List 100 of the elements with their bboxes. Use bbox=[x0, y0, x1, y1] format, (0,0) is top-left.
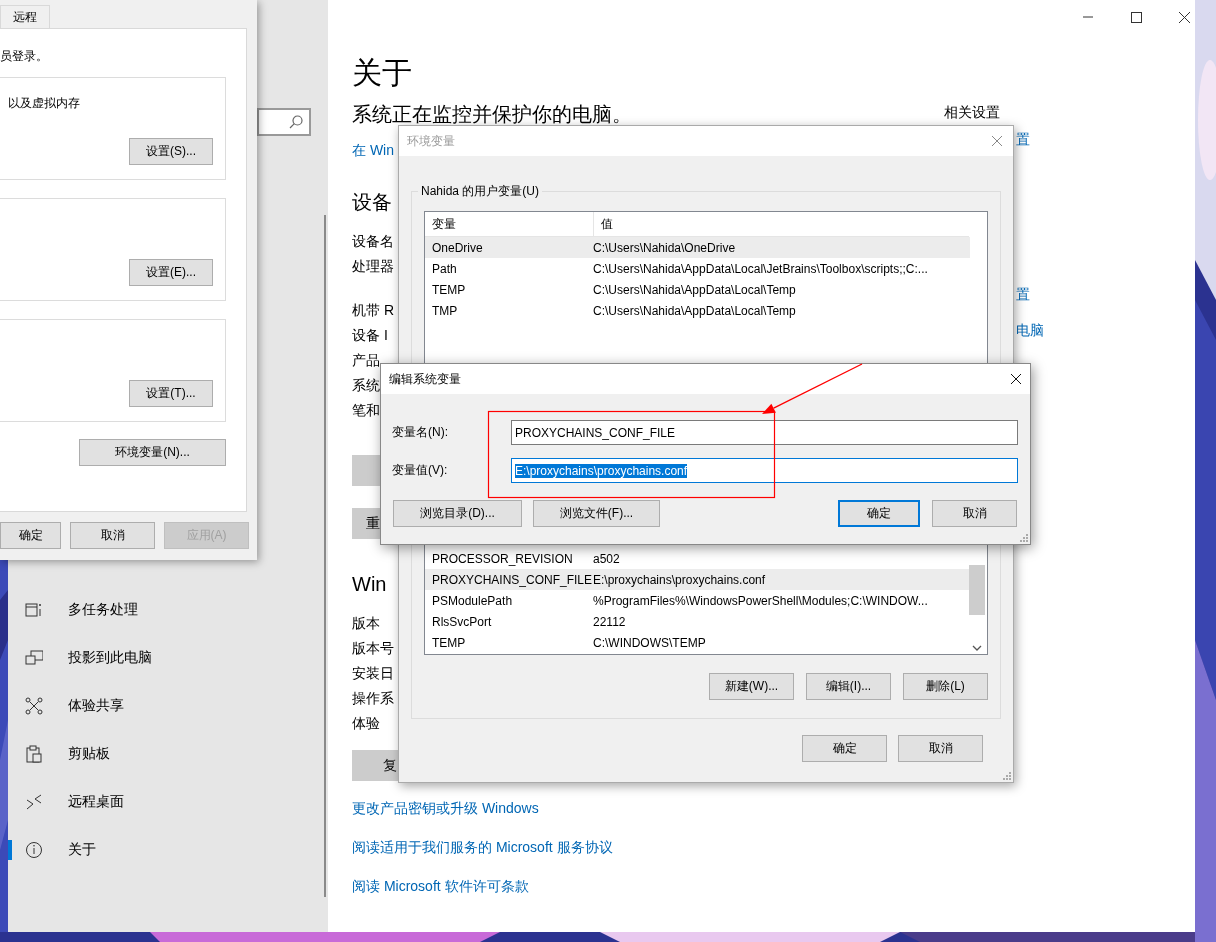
link[interactable]: 置 bbox=[1016, 131, 1030, 149]
info-icon bbox=[25, 841, 43, 859]
list-row[interactable]: RlsSvcPort 22112 bbox=[425, 611, 970, 632]
projector-icon bbox=[25, 649, 43, 667]
table-cell: E:\proxychains\proxychains.conf bbox=[593, 572, 766, 587]
spec-label: 系统 bbox=[352, 376, 380, 395]
table-cell: C:\Users\Nahida\AppData\Local\Temp bbox=[593, 282, 796, 297]
table-cell-text: PSModulePath bbox=[431, 593, 514, 608]
scroll-thumb[interactable] bbox=[969, 565, 985, 615]
spec-label: 版本 bbox=[352, 614, 380, 633]
link[interactable]: 阅读适用于我们服务的 Microsoft 服务协议 bbox=[352, 828, 613, 867]
tab[interactable]: 远程 bbox=[0, 5, 50, 28]
table-cell: a502 bbox=[593, 551, 620, 566]
list-row[interactable]: TMP C:\Users\Nahida\AppData\Local\Temp bbox=[425, 300, 970, 321]
input-field[interactable]: PROXYCHAINS_CONF_FILE bbox=[511, 420, 1018, 445]
window-title: 环境变量 bbox=[407, 132, 455, 150]
table-cell-text: TEMP bbox=[431, 282, 467, 297]
link[interactable]: 置 bbox=[1016, 286, 1030, 304]
dialog-button[interactable]: 浏览文件(F)... bbox=[533, 500, 660, 527]
spec-label: 版本号 bbox=[352, 639, 394, 658]
table-cell-text: TMP bbox=[431, 303, 459, 318]
group-text: 以及虚拟内存 bbox=[8, 95, 80, 112]
nav-label: 投影到此电脑 bbox=[68, 649, 152, 667]
list-row[interactable]: PROXYCHAINS_CONF_FILEE:\proxychains\proxychains.conf bbox=[425, 569, 970, 590]
dialog-button[interactable]: 取消 bbox=[932, 500, 1017, 527]
group-label: Nahida 的用户变量(U) bbox=[418, 184, 543, 199]
scroll-down-icon bbox=[972, 645, 982, 651]
env-vars-button[interactable]: 环境变量(N)... bbox=[79, 439, 226, 466]
settings-button[interactable]: 设置(S)... bbox=[129, 138, 213, 165]
nav-item[interactable]: 多任务处理 bbox=[8, 586, 328, 634]
close-icon bbox=[1010, 373, 1022, 385]
nav-item[interactable]: 体验共享 bbox=[8, 682, 328, 730]
spec-label: 处理器 bbox=[352, 257, 394, 276]
section-heading: 设备 bbox=[352, 190, 392, 215]
table-cell: C:\WINDOWS\TEMP bbox=[593, 635, 706, 650]
resize-grip-icon bbox=[1003, 772, 1011, 780]
input-field[interactable]: E:\proxychains\proxychains.conf bbox=[511, 458, 1018, 483]
link[interactable]: 电脑 bbox=[1016, 322, 1044, 340]
settings-button[interactable]: 复 bbox=[352, 750, 398, 781]
list-button[interactable]: 编辑(I)... bbox=[806, 673, 891, 700]
related-heading: 相关设置 bbox=[944, 103, 1001, 122]
page-title: 关于 bbox=[352, 55, 413, 91]
table-cell-text: OneDrive bbox=[431, 240, 484, 255]
close-icon bbox=[1178, 10, 1190, 24]
nav-label: 远程桌面 bbox=[68, 793, 124, 811]
spec-label: 设备 I bbox=[352, 326, 388, 345]
resize-grip-icon bbox=[1020, 534, 1028, 542]
spec-label: 体验 bbox=[352, 714, 380, 733]
list-button[interactable]: 删除(L) bbox=[903, 673, 988, 700]
table-cell-text: Path bbox=[431, 261, 458, 276]
list-row[interactable]: PSModulePath %ProgramFiles%\WindowsPowerShell\Modules;C:\WINDOW... bbox=[425, 590, 970, 611]
search-field[interactable] bbox=[257, 108, 311, 136]
dialog-button[interactable]: 取消 bbox=[70, 522, 155, 549]
status-text: 系统正在监控并保护你的电脑。 bbox=[352, 102, 632, 127]
settings-button[interactable]: 重 bbox=[352, 508, 380, 539]
table-cell: %ProgramFiles%\WindowsPowerShell\Modules;C:\WINDOW... bbox=[593, 593, 928, 608]
settings-button[interactable]: 设置(T)... bbox=[129, 380, 213, 407]
spec-label: 产品 bbox=[352, 351, 380, 370]
table-cell-text: RlsSvcPort bbox=[431, 614, 493, 629]
list-row[interactable]: TEMP C:\Users\Nahida\AppData\Local\Temp bbox=[425, 279, 970, 300]
section-heading: Win bbox=[352, 572, 387, 597]
link[interactable]: 阅读 Microsoft 软件许可条款 bbox=[352, 867, 529, 906]
dialog-button[interactable]: 浏览目录(D)... bbox=[393, 500, 522, 527]
description-text: 员登录。 bbox=[0, 48, 49, 65]
column-header: 值 bbox=[600, 215, 613, 233]
status-link[interactable]: 在 Win bbox=[352, 142, 394, 160]
clipboard-icon bbox=[25, 745, 43, 763]
table-cell-text: PROCESSOR_REVISION bbox=[431, 551, 574, 566]
list-row[interactable]: TEMP C:\WINDOWS\TEMP bbox=[425, 632, 970, 653]
spec-label: 设备名 bbox=[352, 232, 394, 251]
table-cell: C:\Users\Nahida\AppData\Local\JetBrains\Toolbox\scripts;;C:... bbox=[593, 261, 928, 276]
search-icon bbox=[289, 115, 303, 129]
nav-label: 多任务处理 bbox=[68, 601, 138, 619]
list-row[interactable]: OneDrive C:\Users\Nahida\OneDrive bbox=[425, 237, 970, 258]
nav-item[interactable]: 投影到此电脑 bbox=[8, 634, 328, 682]
table-cell-text: TEMP bbox=[431, 635, 467, 650]
settings-button[interactable]: 设置(E)... bbox=[129, 259, 213, 286]
list-button[interactable]: 新建(W)... bbox=[709, 673, 794, 700]
link[interactable]: 更改产品密钥或升级 Windows bbox=[352, 789, 539, 828]
share-icon bbox=[25, 697, 43, 715]
field-label: 变量名(N): bbox=[392, 424, 449, 441]
list-row[interactable]: PROCESSOR_REVISION a502 bbox=[425, 548, 970, 569]
table-cell-text: PROXYCHAINS_CONF_FILE bbox=[431, 572, 593, 587]
nav-label: 剪贴板 bbox=[68, 745, 110, 763]
nav-item[interactable]: 剪贴板 bbox=[8, 730, 328, 778]
window-title: 编辑系统变量 bbox=[389, 370, 461, 388]
dialog-button[interactable]: 确定 bbox=[802, 735, 887, 762]
dialog-button[interactable]: 确定 bbox=[838, 500, 920, 527]
table-cell: C:\Users\Nahida\OneDrive bbox=[593, 240, 736, 255]
dialog-button[interactable]: 取消 bbox=[898, 735, 983, 762]
nav-item[interactable]: 远程桌面 bbox=[8, 778, 328, 826]
nav-label: 体验共享 bbox=[68, 697, 124, 715]
multitask-icon bbox=[25, 601, 43, 619]
settings-button[interactable] bbox=[352, 455, 380, 486]
field-label: 变量值(V): bbox=[392, 462, 449, 479]
table-cell: C:\Users\Nahida\AppData\Local\Temp bbox=[593, 303, 796, 318]
list-row[interactable]: Path C:\Users\Nahida\AppData\Local\JetBrains\Toolbox\scripts;;C:... bbox=[425, 258, 970, 279]
dialog-button[interactable]: 确定 bbox=[0, 522, 61, 549]
remote-desktop-icon bbox=[25, 793, 43, 811]
spec-label: 安装日 bbox=[352, 664, 394, 683]
